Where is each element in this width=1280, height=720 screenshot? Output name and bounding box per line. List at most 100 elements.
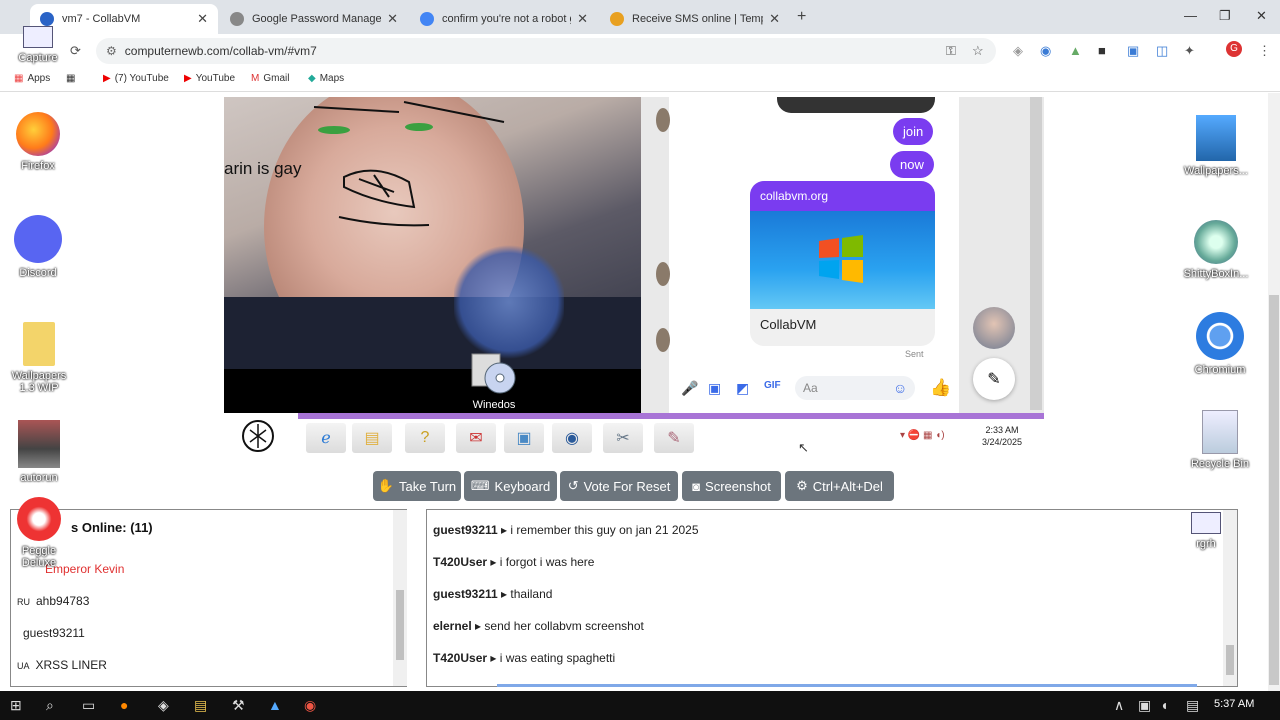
profile-avatar[interactable]: G	[1226, 41, 1242, 57]
user-entry[interactable]: guest93211	[17, 626, 85, 640]
chat-username[interactable]: T420User	[433, 651, 487, 665]
bookmark-youtube[interactable]: ▶ YouTube	[184, 73, 235, 84]
chat-text: send her collabvm screenshot	[484, 619, 644, 633]
user-entry[interactable]: RU ahb94783	[17, 594, 89, 608]
screenshot-button[interactable]: ◙ Screenshot	[682, 471, 781, 501]
vm-start-orb-icon[interactable]	[240, 418, 276, 454]
desktop-icon-wallpapers-right[interactable]: Wallpapers...	[1180, 115, 1252, 177]
link-preview-card[interactable]: collabvm.org CollabVM	[750, 181, 935, 346]
emoji-icon[interactable]: ☺	[893, 380, 907, 396]
extension-icon[interactable]: ▲	[1069, 43, 1082, 58]
app-taskbar-icon[interactable]: ◉	[304, 697, 316, 714]
tab-password-manager[interactable]: Google Password Manager ✕	[220, 4, 408, 34]
desktop-icon-peggle[interactable]: Peggle Deluxe	[6, 497, 72, 569]
extensions-puzzle-icon[interactable]: ✦	[1184, 43, 1195, 59]
ctrl-alt-del-button[interactable]: ⚙ Ctrl+Alt+Del	[785, 471, 894, 501]
chat-scrollbar-thumb[interactable]	[1226, 645, 1234, 675]
extension-shield-icon[interactable]: ◈	[1013, 43, 1023, 59]
users-scrollbar-thumb[interactable]	[396, 590, 404, 660]
avatar[interactable]	[973, 307, 1015, 349]
microphone-icon[interactable]: 🎤	[681, 380, 698, 397]
bookmark-maps[interactable]: ◆ Maps	[308, 73, 344, 84]
gif-icon[interactable]: GIF	[764, 380, 781, 391]
chat-username[interactable]: elernel	[433, 619, 472, 633]
search-icon[interactable]: ⌕	[46, 697, 54, 714]
close-tab-icon[interactable]: ✕	[197, 11, 208, 27]
internet-explorer-icon[interactable]: ℯ	[306, 423, 346, 453]
vote-reset-button[interactable]: ↺ Vote For Reset	[560, 471, 678, 501]
bookmark-youtube-7[interactable]: ▶ (7) YouTube	[103, 73, 169, 84]
app-taskbar-icon[interactable]: ◈	[158, 697, 169, 714]
desktop-icon-autorun[interactable]: autorun	[6, 420, 72, 484]
chat-username[interactable]: guest93211	[433, 523, 498, 537]
thumbs-up-icon[interactable]: 👍	[930, 378, 951, 398]
control-panel-icon[interactable]: ▣	[504, 423, 544, 453]
password-key-icon[interactable]: ⚿	[946, 43, 956, 59]
mail-icon[interactable]: ✉	[456, 423, 496, 453]
task-view-icon[interactable]: ▭	[82, 697, 95, 714]
reload-icon[interactable]: ⟳	[70, 43, 81, 59]
taskbar-clock[interactable]: 5:37 AM	[1214, 698, 1254, 710]
peggle-icon	[17, 497, 61, 541]
chat-horizontal-scrollbar[interactable]	[497, 684, 1197, 687]
notepad-icon[interactable]: ?	[405, 423, 445, 453]
tab-title: Receive SMS online | Temporar	[632, 13, 763, 25]
page-scrollbar-thumb[interactable]	[1269, 295, 1279, 685]
close-tab-icon[interactable]: ✕	[387, 11, 398, 27]
tray-overflow-icon[interactable]: ∧	[1114, 697, 1124, 714]
extension-icon[interactable]: ■	[1098, 43, 1106, 58]
desktop-icon-wallpapers[interactable]: Wallpapers 1.3 WIP	[4, 322, 74, 394]
app-taskbar-icon[interactable]: ▲	[268, 697, 282, 713]
tab-google-search[interactable]: confirm you're not a robot goo ✕	[410, 4, 598, 34]
site-info-icon[interactable]: ⚙	[106, 44, 117, 58]
minimize-icon[interactable]: —	[1184, 8, 1197, 23]
country-code: UA	[17, 661, 30, 671]
file-explorer-taskbar-icon[interactable]: ▤	[194, 697, 207, 714]
file-explorer-icon[interactable]: ▤	[352, 423, 392, 453]
bookmark-apps[interactable]: ▦ Apps	[14, 73, 50, 84]
maximize-icon[interactable]: ❐	[1219, 8, 1231, 24]
desktop-icon-discord[interactable]: Discord	[8, 215, 68, 279]
volume-icon[interactable]: ◖	[1160, 697, 1168, 713]
network-icon[interactable]: ▣	[1138, 697, 1151, 714]
winedos-disc-icon[interactable]	[470, 348, 518, 396]
messenger-scrollbar[interactable]	[1030, 97, 1042, 410]
extension-icon[interactable]: ◉	[1040, 43, 1051, 59]
close-tab-icon[interactable]: ✕	[769, 11, 780, 27]
bookmark-gmail[interactable]: M Gmail	[251, 73, 289, 84]
extension-icon[interactable]: ◫	[1156, 43, 1168, 59]
bookmark-label: Gmail	[263, 73, 290, 84]
extension-icon[interactable]: ▣	[1127, 43, 1139, 59]
close-tab-icon[interactable]: ✕	[577, 11, 588, 27]
menu-icon[interactable]: ⋮	[1258, 43, 1271, 59]
new-tab-button[interactable]: +	[797, 8, 806, 26]
tab-sms[interactable]: Receive SMS online | Temporar ✕	[600, 4, 790, 34]
desktop-icon-capture[interactable]: Capture	[10, 26, 66, 64]
keyboard-button[interactable]: ⌨ Keyboard	[464, 471, 557, 501]
webcam-image: arin is gay	[224, 97, 641, 413]
desktop-icon-chromium[interactable]: Chromium	[1185, 312, 1255, 376]
desktop-icon-firefox[interactable]: Firefox	[8, 112, 68, 172]
tools-icon[interactable]: ✂	[603, 423, 643, 453]
bookmark-grid[interactable]: ▦	[66, 73, 79, 84]
vm-tray-icons[interactable]: ▾ ⛔ ▦ ◖)	[900, 430, 945, 441]
desktop-icon-recycle-bin[interactable]: Recycle Bin	[1185, 410, 1255, 470]
desktop-icon-shittybox[interactable]: ShittyBoxIn...	[1180, 220, 1252, 280]
desktop-icon-rgrh[interactable]: rgrh	[1178, 512, 1234, 550]
chat-username[interactable]: T420User	[433, 555, 487, 569]
paint-icon[interactable]: ✎	[654, 423, 694, 453]
windows-start-icon[interactable]: ⊞	[10, 697, 22, 714]
notification-icon[interactable]: ▤	[1186, 697, 1199, 714]
photo-icon[interactable]: ▣	[708, 380, 721, 397]
close-window-icon[interactable]: ✕	[1256, 8, 1267, 24]
take-turn-button[interactable]: ✋ Take Turn	[373, 471, 461, 501]
firefox-taskbar-icon[interactable]: ●	[120, 697, 128, 713]
media-player-icon[interactable]: ◉	[552, 423, 592, 453]
sticker-icon[interactable]: ◩	[736, 380, 749, 397]
user-entry[interactable]: UA XRSS LINER	[17, 658, 107, 672]
bookmark-star-icon[interactable]: ☆	[972, 43, 984, 59]
app-taskbar-icon[interactable]: ⚒	[232, 697, 245, 714]
address-bar[interactable]: ⚙ computernewb.com/collab-vm/#vm7	[96, 38, 996, 64]
compose-button[interactable]: ✎	[973, 358, 1015, 400]
chat-username[interactable]: guest93211	[433, 587, 498, 601]
